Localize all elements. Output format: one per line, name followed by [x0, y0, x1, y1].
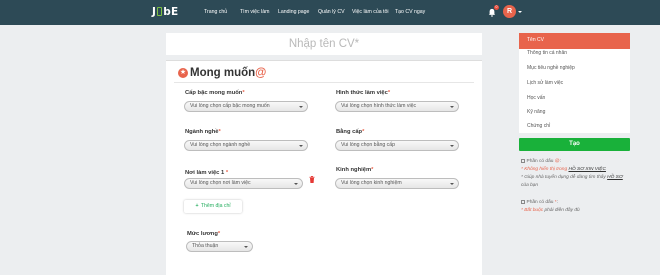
chevron-down-icon[interactable] — [518, 11, 522, 13]
logo[interactable]: JbE — [152, 6, 179, 18]
cv-section-menu: Tên CV Thông tin cá nhân Mục tiêu nghề n… — [519, 33, 630, 133]
hint-line: * Bắt buộc phải điền đầy đủ — [521, 208, 580, 213]
salary-label: Mức lương* — [187, 231, 221, 237]
nav-landing-page[interactable]: Landing page — [278, 9, 309, 15]
cv-title-input[interactable] — [166, 33, 482, 55]
level-select[interactable]: Vui lòng chọn cấp bậc mong muốn — [184, 101, 308, 112]
hint-line: * Giúp nhà tuyển dụng dễ dàng tìm thấy H… — [521, 175, 623, 180]
nav-manage-cv[interactable]: Quản lý CV — [318, 9, 345, 15]
industry-select[interactable]: Vui lòng chọn ngành nghề — [184, 140, 308, 151]
nav-find-jobs[interactable]: Tìm việc làm — [240, 9, 269, 15]
menu-item-career-goal[interactable]: Mục tiêu nghề nghiệp — [519, 61, 630, 77]
menu-item-work-history[interactable]: Lịch sử làm việc — [519, 76, 630, 92]
location-label: Nơi làm việc 1 * — [185, 170, 229, 176]
notification-badge: 0 — [494, 5, 499, 10]
menu-item-personal-info[interactable]: Thông tin cá nhân — [519, 46, 630, 62]
level-label: Cấp bậc mong muốn* — [185, 90, 245, 96]
work-form-select[interactable]: Vui lòng chọn hình thức làm việc — [335, 101, 459, 112]
menu-item-certificates[interactable]: Chứng chỉ — [519, 119, 630, 135]
chevron-down-icon — [294, 182, 298, 185]
plus-icon: + — [195, 203, 199, 209]
note-icon — [521, 159, 525, 163]
hint-line: Phần có dấu @: — [521, 158, 561, 165]
nav-home[interactable]: Trang chủ — [204, 9, 227, 15]
hint-line: của bạn — [521, 183, 539, 188]
top-navbar: JbE Trang chủ Tìm việc làm Landing page … — [0, 0, 660, 25]
work-form-label: Hình thức làm việc* — [336, 90, 391, 96]
hint-line: * Không hiển thị trong HỒ SƠ XIN VIỆC — [521, 167, 606, 172]
add-location-button[interactable]: + Thêm địa chỉ — [184, 200, 242, 213]
chevron-down-icon — [450, 182, 454, 185]
desires-section: ★ Mong muốn@ Cấp bậc mong muốn* Vui lòng… — [166, 60, 482, 275]
chevron-down-icon — [450, 144, 454, 147]
location-select[interactable]: Vui lòng chọn nơi làm việc — [184, 178, 303, 189]
degree-select[interactable]: Vui lòng chọn bằng cấp — [335, 140, 459, 151]
avatar[interactable]: R — [503, 5, 516, 18]
nav-my-jobs[interactable]: Việc làm của tôi — [352, 9, 389, 15]
industry-label: Ngành nghề* — [185, 129, 221, 135]
star-badge-icon: ★ — [178, 68, 188, 78]
experience-select[interactable]: Vui lòng chọn kinh nghiệm — [335, 178, 459, 189]
logo-mark-icon — [157, 7, 163, 16]
cv-title-card — [166, 33, 482, 55]
salary-select[interactable]: Thỏa thuận — [186, 241, 253, 252]
chevron-down-icon — [299, 144, 303, 147]
note-icon — [521, 200, 525, 204]
create-button[interactable]: Tạo — [519, 138, 630, 151]
chevron-down-icon — [450, 105, 454, 108]
section-title: Mong muốn@ — [190, 67, 267, 79]
nav-create-cv[interactable]: Tạo CV ngay — [395, 9, 425, 15]
chevron-down-icon — [299, 105, 303, 108]
hint-line: Phần có dấu *: — [521, 199, 558, 206]
degree-label: Bằng cấp* — [336, 129, 365, 135]
experience-label: Kinh nghiệm* — [336, 167, 374, 173]
chevron-down-icon — [244, 245, 248, 248]
divider — [174, 82, 474, 83]
trash-icon[interactable] — [309, 176, 315, 183]
